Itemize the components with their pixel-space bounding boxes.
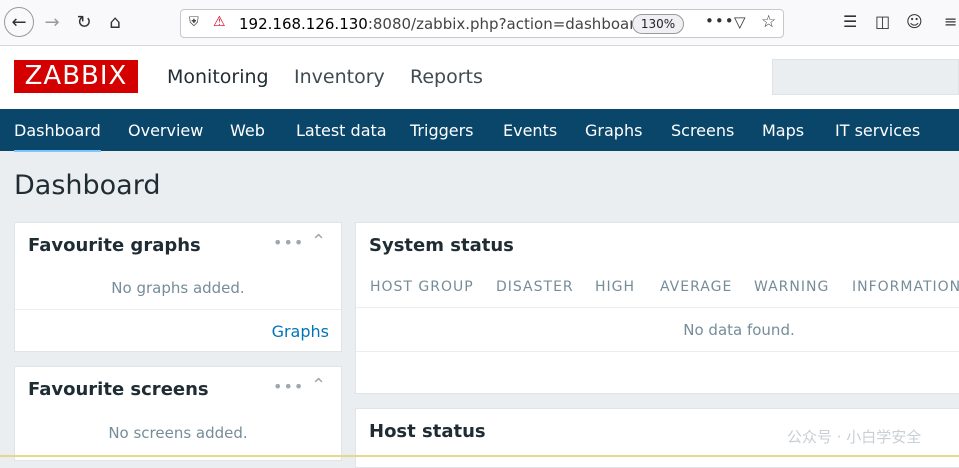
submenu-overview[interactable]: Overview xyxy=(128,121,203,140)
widget-system-status: System status HOST GROUP DISASTER HIGH A… xyxy=(355,222,959,394)
home-icon[interactable]: ⌂ xyxy=(101,8,129,36)
collapse-chevron-icon[interactable]: ⌃ xyxy=(311,375,327,396)
library-icon[interactable]: ☰ xyxy=(843,12,857,31)
widget-favourite-screens: Favourite screens ••• ⌃ No screens added… xyxy=(14,366,342,461)
hamburger-menu-icon[interactable]: ≡ xyxy=(944,12,957,31)
url-path: :8080/zabbix.php?action=dashboard.v xyxy=(367,15,654,33)
divider xyxy=(15,309,341,310)
account-icon[interactable]: ☺ xyxy=(906,12,923,31)
watermark: 公众号 · 小白学安全 xyxy=(787,428,922,446)
search-input[interactable] xyxy=(772,59,959,95)
reload-icon[interactable]: ↻ xyxy=(70,8,98,36)
column-warning[interactable]: WARNING xyxy=(754,279,829,295)
sidebar-icon[interactable]: ◫ xyxy=(875,12,890,31)
submenu-events[interactable]: Events xyxy=(503,121,557,140)
divider xyxy=(356,351,959,352)
menu-monitoring[interactable]: Monitoring xyxy=(167,66,269,88)
submenu-latest-data[interactable]: Latest data xyxy=(296,121,387,140)
empty-message: No data found. xyxy=(683,321,795,339)
empty-message: No screens added. xyxy=(108,424,248,442)
zabbix-logo[interactable]: ZABBIX xyxy=(14,60,138,93)
widget-title: Favourite screens xyxy=(28,379,209,400)
column-average[interactable]: AVERAGE xyxy=(660,279,732,295)
column-high[interactable]: HIGH xyxy=(595,279,635,295)
pocket-icon[interactable]: ▽ xyxy=(734,13,746,31)
more-actions-icon[interactable]: ••• xyxy=(705,12,735,30)
address-bar[interactable]: ⛨ ⚠ 192.168.126.130:8080/zabbix.php?acti… xyxy=(180,9,784,38)
column-disaster[interactable]: DISASTER xyxy=(496,279,574,295)
app-header: ZABBIX Monitoring Inventory Reports xyxy=(0,46,959,109)
submenu-screens[interactable]: Screens xyxy=(671,121,734,140)
empty-message: No graphs added. xyxy=(111,279,245,297)
column-host-group[interactable]: HOST GROUP xyxy=(370,279,474,295)
graphs-link[interactable]: Graphs xyxy=(272,322,329,341)
column-information[interactable]: INFORMATION xyxy=(852,279,959,295)
forward-arrow-icon[interactable]: → xyxy=(38,8,66,36)
zoom-badge[interactable]: 130% xyxy=(632,14,684,34)
bookmark-star-icon[interactable]: ☆ xyxy=(761,12,776,32)
collapse-chevron-icon[interactable]: ⌃ xyxy=(311,231,327,252)
widget-title: System status xyxy=(369,235,514,256)
submenu-triggers[interactable]: Triggers xyxy=(410,121,474,140)
page-title: Dashboard xyxy=(14,170,161,201)
back-arrow-icon[interactable]: ← xyxy=(4,7,34,37)
submenu-maps[interactable]: Maps xyxy=(762,121,804,140)
widget-favourite-graphs: Favourite graphs ••• ⌃ No graphs added. … xyxy=(14,222,342,352)
widget-menu-icon[interactable]: ••• xyxy=(273,377,304,396)
menu-inventory[interactable]: Inventory xyxy=(294,66,385,88)
sub-menu: Dashboard Overview Web Latest data Trigg… xyxy=(0,109,959,152)
submenu-graphs[interactable]: Graphs xyxy=(585,121,642,140)
widget-title: Favourite graphs xyxy=(28,235,201,256)
menu-reports[interactable]: Reports xyxy=(410,66,483,88)
widget-title: Host status xyxy=(369,421,486,442)
insecure-lock-icon[interactable]: ⚠ xyxy=(213,14,226,30)
url-text[interactable]: 192.168.126.130:8080/zabbix.php?action=d… xyxy=(239,15,654,33)
submenu-it-services[interactable]: IT services xyxy=(835,121,920,140)
shield-icon[interactable]: ⛨ xyxy=(189,15,199,30)
widget-menu-icon[interactable]: ••• xyxy=(273,233,304,252)
submenu-web[interactable]: Web xyxy=(230,121,265,140)
browser-toolbar: ← → ↻ ⌂ ⛨ ⚠ 192.168.126.130:8080/zabbix.… xyxy=(0,0,959,46)
url-host: 192.168.126.130 xyxy=(239,15,368,33)
divider xyxy=(356,307,959,308)
submenu-dashboard[interactable]: Dashboard xyxy=(14,121,101,152)
